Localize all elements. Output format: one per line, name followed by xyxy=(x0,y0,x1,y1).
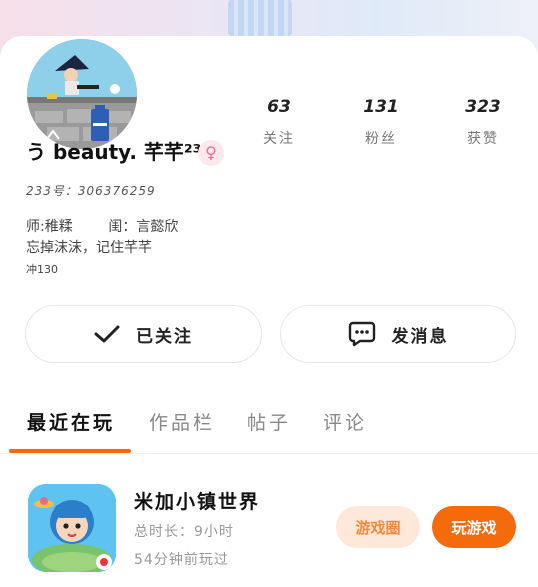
stat-likes-value: 323 xyxy=(465,97,501,117)
stat-following[interactable]: 63 关注 xyxy=(249,96,309,148)
avatar[interactable] xyxy=(24,36,140,152)
tab-recently-played[interactable]: 最近在玩 xyxy=(27,408,115,435)
stat-following-label: 关注 xyxy=(263,131,295,147)
chat-bubble-icon xyxy=(348,321,376,347)
active-tab-indicator xyxy=(9,449,131,453)
stat-followers-label: 粉丝 xyxy=(365,131,397,147)
tab-comments[interactable]: 评论 xyxy=(323,408,367,435)
banner-decoration xyxy=(228,0,292,36)
bio-line: 冲130 xyxy=(26,263,58,276)
game-duration: 总时长：9小时 xyxy=(134,524,234,540)
message-button-label: 发消息 xyxy=(391,326,449,347)
game-icon-art xyxy=(28,484,116,572)
stat-following-value: 63 xyxy=(267,97,291,117)
message-button[interactable]: 发消息 xyxy=(280,305,516,363)
check-icon xyxy=(94,324,120,344)
tab-posts[interactable]: 帖子 xyxy=(247,408,291,435)
stat-likes-label: 获赞 xyxy=(467,131,499,147)
tab-works[interactable]: 作品栏 xyxy=(149,408,215,435)
game-last-played: 54分钟前玩过 xyxy=(134,552,229,568)
follow-button-label: 已关注 xyxy=(136,326,193,347)
bio-line: 忘掉沫沫，记住芊芊 xyxy=(26,240,152,256)
user-id: 233号：306376259 xyxy=(26,184,156,198)
female-icon: ♀ xyxy=(198,140,224,166)
username: う beauty. 芊芊²³³ xyxy=(26,140,211,164)
bio-line: 师:稚糅 闺：言懿欣 xyxy=(26,219,179,235)
stat-followers[interactable]: 131 粉丝 xyxy=(351,96,411,148)
stat-likes[interactable]: 323 获赞 xyxy=(453,96,513,148)
stat-followers-value: 131 xyxy=(363,97,399,117)
play-game-button[interactable]: 玩游戏 xyxy=(432,506,516,548)
game-circle-button[interactable]: 游戏圈 xyxy=(336,506,420,548)
game-title[interactable]: 米加小镇世界 xyxy=(134,487,260,514)
profile-tabs: 最近在玩 作品栏 帖子 评论 xyxy=(0,404,538,454)
follow-button[interactable]: 已关注 xyxy=(25,305,262,363)
bio: 师:稚糅 闺：言懿欣 忘掉沫沫，记住芊芊 冲130 xyxy=(26,217,178,280)
avatar-illustration xyxy=(27,39,137,149)
game-icon[interactable] xyxy=(28,484,116,572)
